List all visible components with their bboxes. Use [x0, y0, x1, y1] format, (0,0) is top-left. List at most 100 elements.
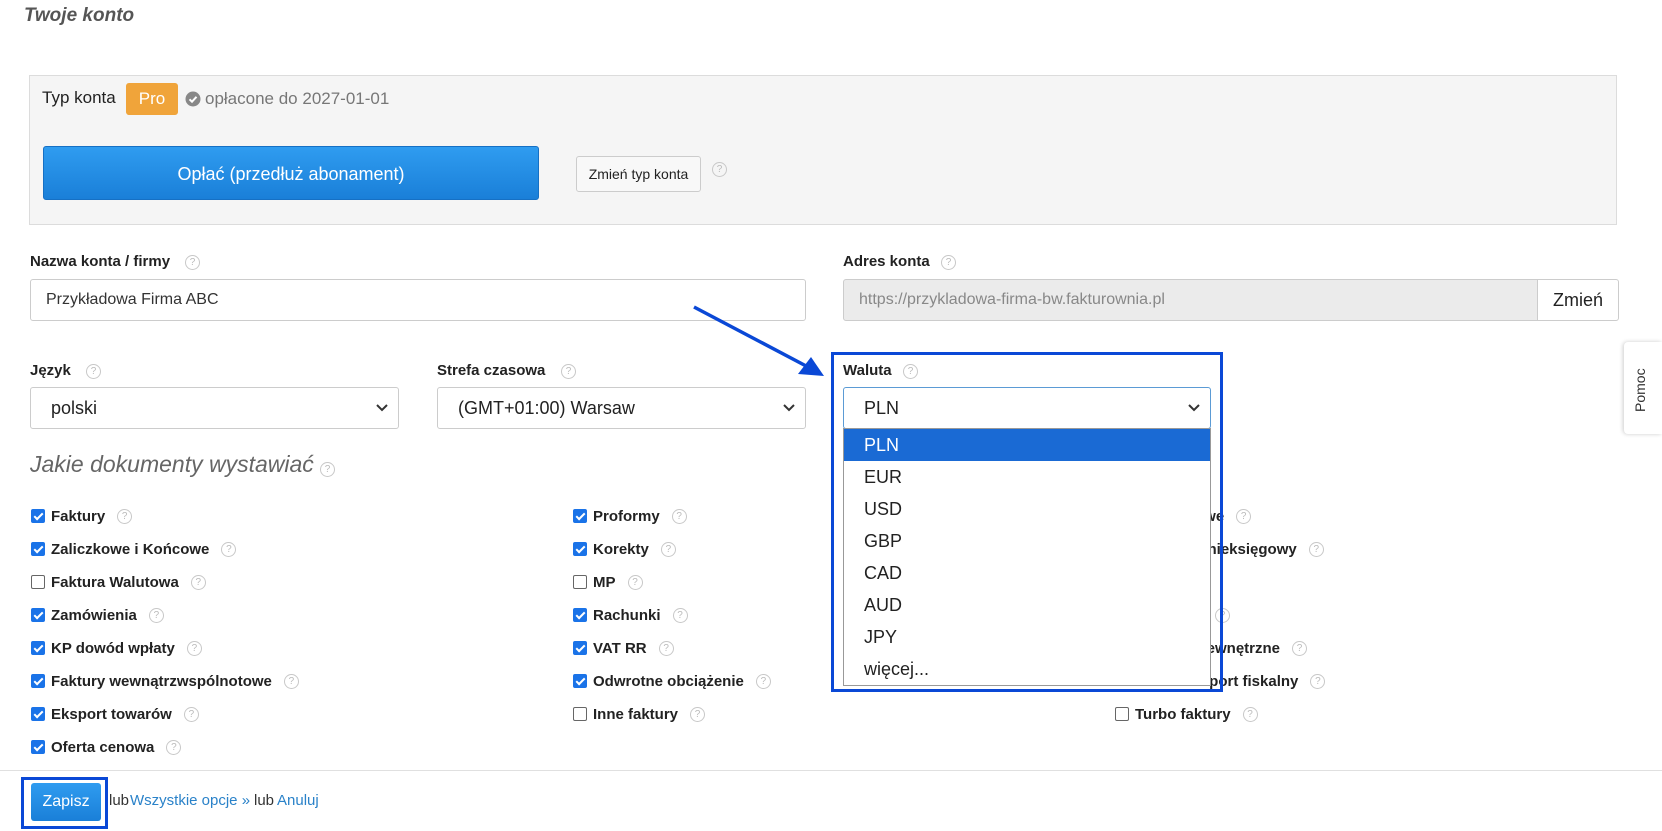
checkbox-row[interactable]: Faktury wewnątrzwspólnotowe? — [31, 671, 299, 691]
checkbox[interactable] — [573, 575, 587, 589]
help-icon[interactable]: ? — [1310, 673, 1326, 689]
checkbox-row[interactable]: Odwrotne obciążenie? — [573, 671, 771, 691]
account-address-label: Adres konta — [843, 253, 930, 270]
checkbox[interactable] — [573, 707, 587, 721]
checkbox-label: Inne faktury — [593, 705, 679, 723]
checkbox-label: MP — [593, 573, 616, 591]
company-name-label: Nazwa konta / firmy — [30, 253, 171, 270]
help-icon[interactable]: ? — [672, 607, 688, 623]
help-icon[interactable]: ? — [186, 640, 202, 656]
checkbox-row[interactable]: Zaliczkowe i Końcowe? — [31, 539, 237, 559]
checkbox[interactable] — [573, 608, 587, 622]
footer-or-text: lub — [254, 792, 275, 809]
checkbox[interactable] — [31, 707, 45, 721]
help-icon[interactable]: ? — [561, 364, 576, 379]
annotation-highlight-save — [21, 777, 108, 829]
help-icon[interactable]: ? — [671, 508, 687, 524]
all-options-link[interactable]: Wszystkie opcje » — [130, 792, 250, 809]
checkbox-label: Eksport towarów — [51, 705, 172, 723]
chevron-down-icon — [376, 404, 388, 412]
checkbox[interactable] — [573, 509, 587, 523]
help-icon[interactable]: ? — [712, 162, 727, 177]
checkbox-label: VAT RR — [593, 639, 647, 657]
checkbox-row[interactable]: MP? — [573, 572, 643, 592]
checkbox-label: Turbo faktury — [1135, 705, 1231, 723]
language-label: Język — [30, 362, 71, 379]
help-icon[interactable]: ? — [755, 673, 771, 689]
help-icon[interactable]: ? — [1308, 541, 1324, 557]
help-side-tab[interactable]: Pomoc — [1624, 342, 1662, 434]
chevron-down-icon — [783, 404, 795, 412]
checkbox[interactable] — [31, 542, 45, 556]
checkbox-row[interactable]: VAT RR? — [573, 638, 674, 658]
help-icon[interactable]: ? — [658, 640, 674, 656]
timezone-select[interactable]: (GMT+01:00) Warsaw — [437, 387, 806, 429]
footer-or-text: lub — [109, 792, 130, 809]
annotation-highlight-currency — [831, 352, 1223, 692]
help-icon[interactable]: ? — [183, 706, 199, 722]
checkbox-row[interactable]: Proformy? — [573, 506, 687, 526]
annotation-arrow — [693, 305, 824, 376]
checkbox-row[interactable]: Turbo faktury? — [1115, 704, 1258, 724]
checkbox[interactable] — [31, 674, 45, 688]
checkbox-row[interactable]: Korekty? — [573, 539, 676, 559]
checkbox-label: Oferta cenowa — [51, 738, 155, 756]
timezone-select-value: (GMT+01:00) Warsaw — [458, 398, 635, 418]
checkbox[interactable] — [31, 641, 45, 655]
help-icon[interactable]: ? — [660, 541, 676, 557]
checkbox-row[interactable]: Inne faktury? — [573, 704, 706, 724]
check-circle-icon — [185, 91, 201, 107]
help-icon[interactable]: ? — [166, 739, 182, 755]
checkbox-label: Faktury wewnątrzwspólnotowe — [51, 672, 272, 690]
checkbox[interactable] — [31, 740, 45, 754]
help-icon[interactable]: ? — [941, 255, 956, 270]
checkbox[interactable] — [31, 509, 45, 523]
account-address-input: https://przykladowa-firma-bw.fakturownia… — [843, 279, 1538, 321]
divider — [0, 770, 1662, 771]
checkbox-row[interactable]: Eksport towarów? — [31, 704, 199, 724]
help-icon[interactable]: ? — [627, 574, 643, 590]
help-icon[interactable]: ? — [320, 462, 335, 477]
pay-subscription-button[interactable]: Opłać (przedłuż abonament) — [43, 146, 539, 200]
help-icon[interactable]: ? — [117, 508, 133, 524]
pro-badge: Pro — [126, 83, 178, 115]
checkbox-label: Faktura Walutowa — [51, 573, 179, 591]
checkbox-label: Zamówienia — [51, 606, 137, 624]
checkbox-label: Proformy — [593, 507, 660, 525]
checkbox[interactable] — [1115, 707, 1129, 721]
checkbox-row[interactable]: Rachunki? — [573, 605, 688, 625]
language-select[interactable]: polski — [30, 387, 399, 429]
checkbox-label: Korekty — [593, 540, 649, 558]
checkbox-label: Faktury — [51, 507, 106, 525]
help-icon[interactable]: ? — [221, 541, 237, 557]
checkbox-row[interactable]: Oferta cenowa? — [31, 737, 182, 757]
help-icon[interactable]: ? — [190, 574, 206, 590]
help-side-tab-label: Pomoc — [1632, 368, 1648, 412]
checkbox[interactable] — [31, 608, 45, 622]
page-title: Twoje konto — [24, 5, 135, 26]
help-icon[interactable]: ? — [185, 255, 200, 270]
cancel-link[interactable]: Anuluj — [277, 792, 319, 809]
timezone-label: Strefa czasowa — [437, 362, 546, 379]
help-icon[interactable]: ? — [1242, 706, 1258, 722]
help-icon[interactable]: ? — [1236, 508, 1252, 524]
checkbox[interactable] — [573, 542, 587, 556]
paid-until-text: opłacone do 2027-01-01 — [205, 89, 390, 108]
documents-section-title: Jakie dokumenty wystawiać — [30, 451, 314, 477]
change-address-button[interactable]: Zmień — [1537, 279, 1619, 321]
help-icon[interactable]: ? — [1292, 640, 1308, 656]
change-account-type-button[interactable]: Zmień typ konta — [576, 156, 701, 192]
checkbox-row[interactable]: Faktura Walutowa? — [31, 572, 206, 592]
checkbox-row[interactable]: Zamówienia? — [31, 605, 164, 625]
checkbox-label: Odwrotne obciążenie — [593, 672, 744, 690]
checkbox-row[interactable]: KP dowód wpłaty? — [31, 638, 202, 658]
help-icon[interactable]: ? — [283, 673, 299, 689]
help-icon[interactable]: ? — [86, 364, 101, 379]
checkbox[interactable] — [573, 641, 587, 655]
help-icon[interactable]: ? — [148, 607, 164, 623]
checkbox[interactable] — [31, 575, 45, 589]
help-icon[interactable]: ? — [690, 706, 706, 722]
checkbox[interactable] — [573, 674, 587, 688]
checkbox-label: Zaliczkowe i Końcowe — [51, 540, 210, 558]
checkbox-row[interactable]: Faktury? — [31, 506, 133, 526]
